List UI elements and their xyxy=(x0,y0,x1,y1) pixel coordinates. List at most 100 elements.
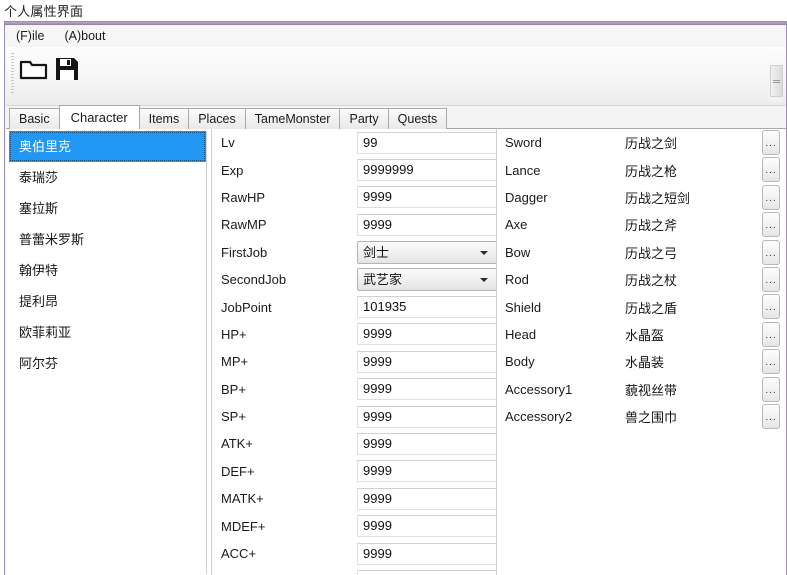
stat-input-jobpoint[interactable]: 101935 xyxy=(357,296,497,319)
equipment-row: Bow 历战之弓... xyxy=(497,239,786,266)
character-list-item[interactable]: 普蕾米罗斯 xyxy=(9,224,206,255)
stat-label-firstjob: FirstJob xyxy=(221,244,268,260)
tab-places[interactable]: Places xyxy=(188,108,246,129)
equipment-row: Sword 历战之剑... xyxy=(497,129,786,156)
floppy-disk-save-icon xyxy=(54,56,80,87)
character-list[interactable]: 奥伯里克泰瑞莎塞拉斯 普蕾米罗斯翰伊特提利昂 欧菲莉亚阿尔芬 xyxy=(9,131,207,574)
equipment-browse-button-bow[interactable]: ... xyxy=(762,239,780,265)
menu-item-file[interactable]: (F)ile xyxy=(12,27,54,45)
toolbar-scrollbar-thumb[interactable] xyxy=(770,65,783,97)
tab-label: Party xyxy=(349,112,379,126)
stat-input-mdef-plus[interactable]: 9999 xyxy=(357,515,497,538)
character-list-item[interactable]: 泰瑞莎 xyxy=(9,162,206,193)
stat-input-atk-plus[interactable]: 9999 xyxy=(357,432,497,455)
stat-row: ACC+ 9999 xyxy=(212,540,501,567)
toolbar-grip[interactable] xyxy=(11,53,14,93)
equipment-browse-button-sword[interactable]: ... xyxy=(762,130,780,155)
stat-input-eva-plus[interactable]: 9999 xyxy=(357,569,497,575)
equipment-item-value: 历战之杖 xyxy=(625,273,678,289)
tab-label: Quests xyxy=(397,112,438,126)
equipment-browse-button-accessory1[interactable]: ... xyxy=(762,376,780,402)
equipment-browse-button-head[interactable]: ... xyxy=(762,321,780,347)
equipment-row: Dagger 历战之短剑... xyxy=(497,184,786,211)
equipment-slot-label-rod: Rod xyxy=(505,272,529,288)
tab-quests[interactable]: Quests xyxy=(387,108,448,129)
tab-basic[interactable]: Basic xyxy=(9,108,60,129)
stat-row: RawHP 9999 xyxy=(212,184,501,211)
stat-label-rawhp: RawHP xyxy=(221,189,266,205)
menu-item-about[interactable]: (A)bout xyxy=(60,27,115,45)
stat-label-mdef-plus: MDEF+ xyxy=(221,518,266,534)
equipment-browse-button-axe[interactable]: ... xyxy=(762,212,780,238)
chevron-down-icon[interactable] xyxy=(480,278,488,283)
character-list-item[interactable]: 欧菲莉亚 xyxy=(9,317,206,348)
equipment-slot-label-axe: Axe xyxy=(505,217,528,233)
tab-items[interactable]: Items xyxy=(138,108,190,129)
stat-input-def-plus[interactable]: 9999 xyxy=(357,460,497,483)
stat-row: MATK+ 9999 xyxy=(212,485,501,512)
character-list-item[interactable]: 塞拉斯 xyxy=(9,193,206,224)
equipment-row: Axe 历战之斧... xyxy=(497,211,786,238)
equipment-browse-button-accessory2[interactable]: ... xyxy=(762,403,780,429)
character-name-label: 泰瑞莎 xyxy=(19,170,59,185)
stat-label-secondjob: SecondJob xyxy=(221,272,287,288)
character-name-label: 翰伊特 xyxy=(19,263,59,278)
tab-label: Items xyxy=(148,112,180,126)
equipment-browse-button-body[interactable]: ... xyxy=(762,349,780,375)
stat-combo-value: 剑士 xyxy=(363,244,390,260)
stat-input-rawhp[interactable]: 9999 xyxy=(357,186,497,209)
equipment-row: Accessory2 兽之围巾... xyxy=(497,403,786,430)
equipment-slot-label-lance: Lance xyxy=(505,162,541,178)
character-list-item[interactable]: 阿尔芬 xyxy=(9,348,206,379)
chevron-down-icon[interactable] xyxy=(480,250,488,255)
equipment-slot-label-head: Head xyxy=(505,326,537,342)
equipment-item-value: 藐视丝带 xyxy=(625,382,678,398)
stat-input-lv[interactable]: 99 xyxy=(357,131,497,154)
stat-label-matk-plus: MATK+ xyxy=(221,491,264,507)
equipment-row: Head 水晶盔... xyxy=(497,321,786,348)
equipment-browse-button-shield[interactable]: ... xyxy=(762,294,780,320)
stat-label-acc-plus: ACC+ xyxy=(221,546,257,562)
equipment-item-value: 历战之剑 xyxy=(625,136,678,152)
equipment-slot-label-body: Body xyxy=(505,354,535,370)
character-list-item[interactable]: 提利昂 xyxy=(9,286,206,317)
character-list-item[interactable]: 翰伊特 xyxy=(9,255,206,286)
stat-row: SecondJob 武艺家 xyxy=(212,266,501,293)
tab-label: Character xyxy=(70,110,128,125)
page-title: 个人属性界面 xyxy=(4,4,84,19)
stat-label-bp-plus: BP+ xyxy=(221,381,246,397)
equipment-row: Shield 历战之盾... xyxy=(497,293,786,320)
character-name-label: 阿尔芬 xyxy=(19,356,59,371)
tab-tamemonster[interactable]: TameMonster xyxy=(244,108,341,129)
equipment-item-value: 历战之斧 xyxy=(625,218,678,234)
stat-label-jobpoint: JobPoint xyxy=(221,299,272,315)
stat-input-mp-plus[interactable]: 9999 xyxy=(357,350,497,373)
stat-combo-secondjob[interactable]: 武艺家 xyxy=(357,268,497,292)
tab-party[interactable]: Party xyxy=(339,108,389,129)
stat-row: SP+ 9999 xyxy=(212,403,501,430)
folder-open-icon xyxy=(19,57,49,86)
stat-combo-value: 武艺家 xyxy=(363,272,403,288)
tab-character[interactable]: Character xyxy=(58,105,140,129)
stat-input-exp[interactable]: 9999999 xyxy=(357,159,497,182)
stat-input-acc-plus[interactable]: 9999 xyxy=(357,542,497,565)
stat-combo-firstjob[interactable]: 剑士 xyxy=(357,240,497,264)
stat-input-rawmp[interactable]: 9999 xyxy=(357,213,497,236)
character-list-item[interactable]: 奥伯里克 xyxy=(9,131,206,162)
equipment-slot-label-shield: Shield xyxy=(505,299,542,315)
stat-row: Lv 99 xyxy=(212,129,501,156)
stat-input-matk-plus[interactable]: 9999 xyxy=(357,487,497,510)
equipment-slot-label-accessory2: Accessory2 xyxy=(505,409,573,425)
stat-row: HP+ 9999 xyxy=(212,321,501,348)
equipment-browse-button-dagger[interactable]: ... xyxy=(762,184,780,210)
stat-input-sp-plus[interactable]: 9999 xyxy=(357,405,497,428)
save-file-button[interactable] xyxy=(48,52,86,90)
equipment-row: Lance 历战之枪... xyxy=(497,156,786,183)
equipment-browse-button-rod[interactable]: ... xyxy=(762,266,780,292)
equipment-browse-button-lance[interactable]: ... xyxy=(762,157,780,183)
menu-item-label: (A)bout xyxy=(64,29,106,43)
stat-input-bp-plus[interactable]: 9999 xyxy=(357,378,497,401)
equipment-item-value: 水晶盔 xyxy=(625,327,665,343)
equipment-row: Rod 历战之杖... xyxy=(497,266,786,293)
stat-input-hp-plus[interactable]: 9999 xyxy=(357,323,497,346)
